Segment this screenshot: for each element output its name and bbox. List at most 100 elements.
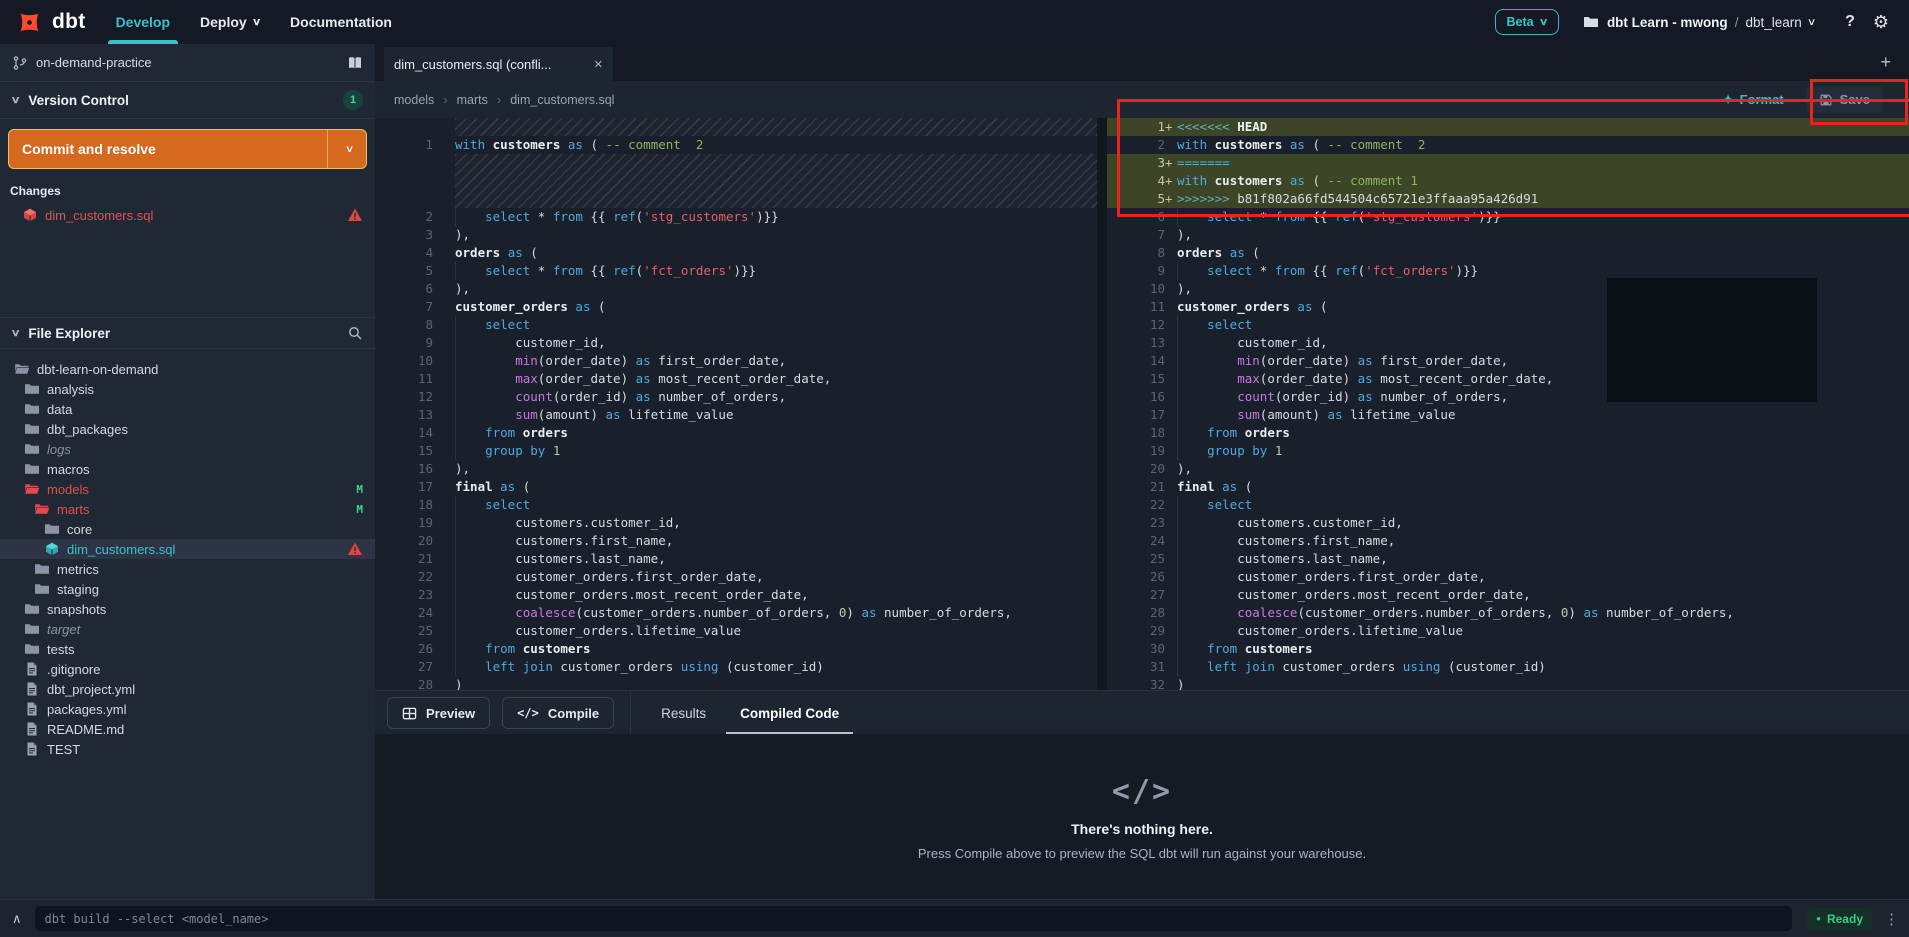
code-line[interactable]: 24 coalesce(customer_orders.number_of_or… — [375, 604, 1097, 622]
format-button[interactable]: ✦ Format — [1723, 92, 1784, 108]
code-line[interactable]: 31 left join customer_orders using (cust… — [1107, 658, 1909, 676]
code-line[interactable]: 18 from orders — [1107, 424, 1909, 442]
code-line[interactable]: 27 customer_orders.most_recent_order_dat… — [1107, 586, 1909, 604]
chevron-up-icon[interactable]: ∧ — [12, 911, 22, 927]
branch-row[interactable]: on-demand-practice — [0, 44, 375, 82]
code-line[interactable]: 28 coalesce(customer_orders.number_of_or… — [1107, 604, 1909, 622]
code-line[interactable]: 13 sum(amount) as lifetime_value — [375, 406, 1097, 424]
code-line[interactable]: 17final as ( — [375, 478, 1097, 496]
tree-item-data[interactable]: data — [0, 399, 375, 419]
nav-item-documentation[interactable]: Documentation — [290, 0, 392, 44]
code-line[interactable]: 6 select * from {{ ref('stg_customers')}… — [1107, 208, 1909, 226]
tree-item-packages-yml[interactable]: packages.yml — [0, 699, 375, 719]
code-line[interactable]: 23 customers.customer_id, — [1107, 514, 1909, 532]
tree-item-snapshots[interactable]: snapshots — [0, 599, 375, 619]
code-line[interactable]: 25 customers.last_name, — [1107, 550, 1909, 568]
close-icon[interactable]: ✕ — [594, 58, 603, 71]
code-line[interactable]: 11 max(order_date) as most_recent_order_… — [375, 370, 1097, 388]
beta-dropdown[interactable]: Beta∨ — [1495, 9, 1559, 35]
tab-compiled-code[interactable]: Compiled Code — [730, 691, 849, 735]
code-line[interactable]: 1+<<<<<<< HEAD — [1107, 118, 1909, 136]
code-line[interactable]: 19 group by 1 — [1107, 442, 1909, 460]
command-input[interactable] — [34, 905, 1794, 932]
code-line[interactable]: 27 left join customer_orders using (cust… — [375, 658, 1097, 676]
code-line[interactable]: 4+with customers as ( -- comment 1 — [1107, 172, 1909, 190]
code-line[interactable]: 29 customer_orders.lifetime_value — [1107, 622, 1909, 640]
tree-item-tests[interactable]: tests — [0, 639, 375, 659]
code-line[interactable]: 8 select — [375, 316, 1097, 334]
code-line[interactable]: 15 group by 1 — [375, 442, 1097, 460]
code-line[interactable]: 17 sum(amount) as lifetime_value — [1107, 406, 1909, 424]
code-line[interactable]: 23 customer_orders.most_recent_order_dat… — [375, 586, 1097, 604]
tree-item-readme-md[interactable]: README.md — [0, 719, 375, 739]
tree-item-test[interactable]: TEST — [0, 739, 375, 759]
editor-pane-incoming[interactable]: 1+<<<<<<< HEAD2with customers as ( -- co… — [1107, 118, 1909, 690]
tree-item-staging[interactable]: staging — [0, 579, 375, 599]
nav-item-deploy[interactable]: Deploy∨ — [200, 0, 260, 44]
tab-dim-customers[interactable]: dim_customers.sql (confli... ✕ — [384, 47, 613, 81]
file-explorer-header[interactable]: ∨ File Explorer — [0, 317, 375, 349]
project-selector[interactable]: dbt Learn - mwong / dbt_learn ∨ — [1583, 14, 1815, 30]
breadcrumb-models[interactable]: models — [394, 93, 434, 107]
tree-item-dim-customers-sql[interactable]: dim_customers.sql — [0, 539, 375, 559]
code-line[interactable]: 16), — [375, 460, 1097, 478]
code-line[interactable]: 24 customers.first_name, — [1107, 532, 1909, 550]
code-line[interactable]: 1with customers as ( -- comment 2 — [375, 136, 1097, 154]
dbt-logo[interactable]: dbt — [16, 9, 86, 36]
code-line[interactable]: 20), — [1107, 460, 1909, 478]
code-line[interactable]: 22 customer_orders.first_order_date, — [375, 568, 1097, 586]
kebab-menu-icon[interactable]: ⋮ — [1884, 910, 1899, 928]
code-line[interactable]: 25 customer_orders.lifetime_value — [375, 622, 1097, 640]
code-line[interactable]: 10 min(order_date) as first_order_date, — [375, 352, 1097, 370]
code-line[interactable]: 26 from customers — [375, 640, 1097, 658]
code-line[interactable]: 3), — [375, 226, 1097, 244]
tab-results[interactable]: Results — [651, 691, 716, 735]
code-line[interactable]: 22 select — [1107, 496, 1909, 514]
code-line[interactable]: 5+>>>>>>> b81f802a66fd544504c65721e3ffaa… — [1107, 190, 1909, 208]
tree-item-dbt-learn-on-demand[interactable]: dbt-learn-on-demand — [0, 359, 375, 379]
version-control-header[interactable]: ∨ Version Control 1 — [0, 82, 375, 119]
tree-item-metrics[interactable]: metrics — [0, 559, 375, 579]
tree-item-logs[interactable]: logs — [0, 439, 375, 459]
code-line[interactable]: 30 from customers — [1107, 640, 1909, 658]
commit-and-resolve-button[interactable]: Commit and resolve ∨ — [8, 129, 367, 169]
docs-book-icon[interactable] — [347, 55, 363, 71]
code-line[interactable]: 6), — [375, 280, 1097, 298]
code-line[interactable]: 18 select — [375, 496, 1097, 514]
tree-item-models[interactable]: modelsM — [0, 479, 375, 499]
search-icon[interactable] — [347, 325, 363, 341]
changed-file-row[interactable]: dim_customers.sql — [0, 205, 375, 225]
tree-item--gitignore[interactable]: .gitignore — [0, 659, 375, 679]
pane-divider[interactable] — [1097, 118, 1107, 690]
code-line[interactable]: 2with customers as ( -- comment 2 — [1107, 136, 1909, 154]
tree-item-dbt-packages[interactable]: dbt_packages — [0, 419, 375, 439]
code-line[interactable]: 4orders as ( — [375, 244, 1097, 262]
code-line[interactable]: 5 select * from {{ ref('fct_orders')}} — [375, 262, 1097, 280]
tree-item-analysis[interactable]: analysis — [0, 379, 375, 399]
preview-button[interactable]: Preview — [387, 697, 490, 729]
code-line[interactable]: 20 customers.first_name, — [375, 532, 1097, 550]
tree-item-core[interactable]: core — [0, 519, 375, 539]
code-line[interactable]: 19 customers.customer_id, — [375, 514, 1097, 532]
commit-options-chevron[interactable]: ∨ — [327, 130, 366, 168]
tree-item-dbt-project-yml[interactable]: dbt_project.yml — [0, 679, 375, 699]
compile-button[interactable]: </> Compile — [502, 697, 614, 729]
code-line[interactable]: 8orders as ( — [1107, 244, 1909, 262]
code-line[interactable]: 7customer_orders as ( — [375, 298, 1097, 316]
tree-item-macros[interactable]: macros — [0, 459, 375, 479]
nav-item-develop[interactable]: Develop — [116, 0, 170, 44]
code-line[interactable]: 2 select * from {{ ref('stg_customers')}… — [375, 208, 1097, 226]
code-line[interactable]: 3+======= — [1107, 154, 1909, 172]
breadcrumb-file[interactable]: dim_customers.sql — [510, 93, 614, 107]
new-tab-button[interactable]: + — [1880, 52, 1891, 73]
code-line[interactable]: 21 customers.last_name, — [375, 550, 1097, 568]
code-line[interactable]: 14 from orders — [375, 424, 1097, 442]
editor-pane-current[interactable]: 1with customers as ( -- comment 2 2 selec… — [375, 118, 1097, 690]
gear-icon[interactable]: ⚙ — [1873, 13, 1889, 31]
code-line[interactable]: 9 customer_id, — [375, 334, 1097, 352]
code-line[interactable]: 7), — [1107, 226, 1909, 244]
code-line[interactable]: 12 count(order_id) as number_of_orders, — [375, 388, 1097, 406]
code-line[interactable]: 32) — [1107, 676, 1909, 690]
breadcrumb-marts[interactable]: marts — [457, 93, 488, 107]
help-icon[interactable]: ? — [1845, 13, 1855, 31]
